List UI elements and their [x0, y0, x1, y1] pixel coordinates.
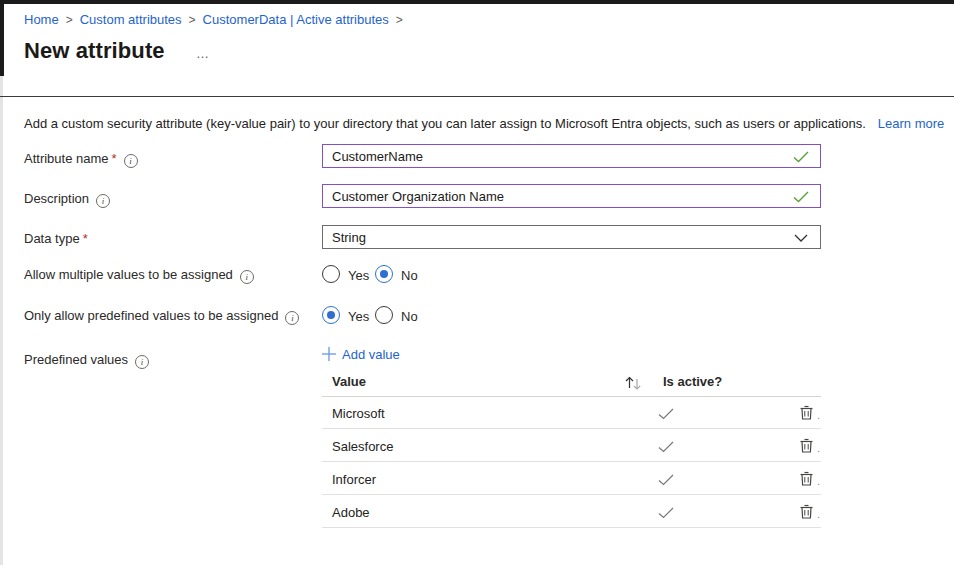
- info-icon[interactable]: i: [135, 355, 149, 369]
- page-title: New attribute: [24, 38, 165, 64]
- breadcrumb: Home > Custom attributes > CustomerData | Ac…: [24, 12, 410, 27]
- required-asterisk: *: [112, 151, 117, 166]
- label-text: Only allow predefined values to be assig…: [24, 308, 278, 323]
- data-type-dropdown[interactable]: String: [322, 225, 821, 249]
- plus-icon: [322, 347, 336, 361]
- breadcrumb-separator: >: [189, 13, 196, 27]
- predefined-only-label: Only allow predefined values to be assig…: [24, 308, 299, 325]
- breadcrumb-customerdata[interactable]: CustomerData | Active attributes: [203, 12, 389, 27]
- table-row[interactable]: Microsoft .: [322, 397, 821, 429]
- predefined-values-label: Predefined values i: [24, 352, 149, 369]
- valid-check-icon: [793, 151, 809, 163]
- required-asterisk: *: [83, 231, 88, 246]
- sort-icon[interactable]: [625, 375, 642, 390]
- breadcrumb-home[interactable]: Home: [24, 12, 59, 27]
- intro-text: Add a custom security attribute (key-val…: [24, 116, 944, 131]
- attribute-name-label: Attribute name* i: [24, 151, 138, 168]
- info-icon[interactable]: i: [124, 154, 138, 168]
- column-header-value[interactable]: Value: [332, 374, 366, 389]
- value-cell: Microsoft: [332, 406, 385, 421]
- window-left-edge-gray: [0, 76, 3, 565]
- breadcrumb-separator: >: [396, 13, 403, 27]
- delete-icon[interactable]: [800, 438, 813, 453]
- row-more-dot: .: [817, 442, 820, 454]
- more-menu-icon[interactable]: …: [196, 46, 210, 61]
- row-more-dot: .: [817, 475, 820, 487]
- active-check-icon: [658, 408, 674, 420]
- attribute-name-value: CustomerName: [332, 149, 423, 164]
- delete-icon[interactable]: [800, 504, 813, 519]
- value-cell: Adobe: [332, 505, 370, 520]
- predefined-only-yes-radio[interactable]: [322, 306, 340, 324]
- delete-icon[interactable]: [800, 471, 813, 486]
- add-value-button[interactable]: Add value: [322, 347, 400, 362]
- predefined-only-no-label[interactable]: No: [401, 309, 418, 324]
- chevron-down-icon: [794, 234, 808, 242]
- header-divider: [0, 96, 954, 97]
- delete-icon[interactable]: [800, 405, 813, 420]
- table-row[interactable]: Salesforce .: [322, 430, 821, 462]
- multi-values-label: Allow multiple values to be assigned i: [24, 267, 254, 284]
- valid-check-icon: [793, 191, 809, 203]
- multi-values-no-label[interactable]: No: [401, 268, 418, 283]
- value-cell: Salesforce: [332, 439, 393, 454]
- window-top-edge: [0, 0, 954, 4]
- predefined-only-yes-label[interactable]: Yes: [348, 309, 369, 324]
- label-text: Data type: [24, 231, 80, 246]
- label-text: Description: [24, 191, 89, 206]
- multi-values-yes-radio[interactable]: [322, 265, 340, 283]
- label-text: Allow multiple values to be assigned: [24, 267, 233, 282]
- breadcrumb-separator: >: [66, 13, 73, 27]
- info-icon[interactable]: i: [285, 311, 299, 325]
- column-header-is-active[interactable]: Is active?: [663, 374, 722, 389]
- predefined-only-no-radio[interactable]: [375, 306, 393, 324]
- multi-values-yes-label[interactable]: Yes: [348, 268, 369, 283]
- attribute-name-input[interactable]: CustomerName: [322, 144, 821, 168]
- active-check-icon: [658, 441, 674, 453]
- description-input[interactable]: Customer Organization Name: [322, 184, 821, 208]
- learn-more-link[interactable]: Learn more: [878, 116, 944, 131]
- description-label: Description i: [24, 191, 110, 208]
- intro-description: Add a custom security attribute (key-val…: [24, 116, 866, 131]
- data-type-label: Data type*: [24, 231, 88, 246]
- label-text: Attribute name: [24, 151, 109, 166]
- info-icon[interactable]: i: [96, 194, 110, 208]
- add-value-label: Add value: [342, 347, 400, 362]
- description-value: Customer Organization Name: [332, 189, 504, 204]
- active-check-icon: [658, 507, 674, 519]
- row-more-dot: .: [817, 508, 820, 520]
- row-more-dot: .: [817, 409, 820, 421]
- table-row[interactable]: Inforcer .: [322, 463, 821, 495]
- active-check-icon: [658, 474, 674, 486]
- window-left-edge-dark: [0, 0, 4, 76]
- data-type-value: String: [332, 230, 366, 245]
- breadcrumb-custom-attributes[interactable]: Custom attributes: [80, 12, 182, 27]
- multi-values-no-radio[interactable]: [375, 265, 393, 283]
- value-cell: Inforcer: [332, 472, 376, 487]
- label-text: Predefined values: [24, 352, 128, 367]
- info-icon[interactable]: i: [240, 270, 254, 284]
- table-row[interactable]: Adobe .: [322, 496, 821, 528]
